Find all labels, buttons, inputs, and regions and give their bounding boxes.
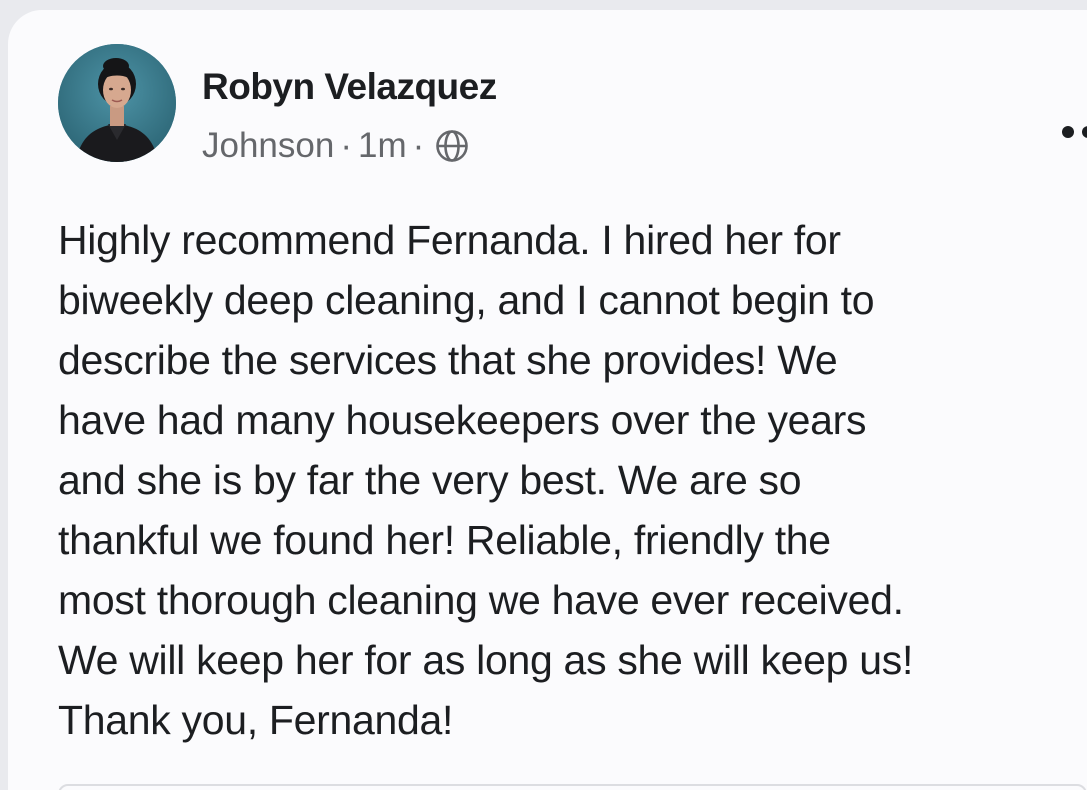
post-body-line: We will keep her for as long as she will… [58,637,914,683]
meta-separator: · [412,126,425,165]
avatar[interactable] [58,44,176,162]
post-body-line: and she is by far the very best. We are … [58,457,802,503]
globe-icon [434,128,470,164]
post-meta: Johnson · 1m · [202,124,470,168]
group-name[interactable]: Johnson [202,126,334,166]
meta-separator: · [340,126,352,165]
more-dot [1062,126,1074,138]
author-name[interactable]: Robyn Velazquez [202,66,497,108]
post-header: Robyn Velazquez Johnson · 1m · [58,44,1087,174]
post-body: Highly recommend Fernanda. I hired her f… [58,210,1078,750]
post-body-line: Highly recommend Fernanda. I hired her f… [58,217,841,263]
post-body-line: describe the services that she provides!… [58,337,838,383]
next-section-edge [58,784,1087,790]
post-body-line: biweekly deep cleaning, and I cannot beg… [58,277,875,323]
post-body-line: most thorough cleaning we have ever rece… [58,577,904,623]
more-options-icon[interactable] [1062,122,1087,142]
post-time[interactable]: 1m [358,126,407,166]
post-body-line: thankful we found her! Reliable, friendl… [58,517,831,563]
avatar-image [58,44,176,162]
post-body-line: Thank you, Fernanda! [58,697,454,743]
post-body-line: have had many housekeepers over the year… [58,397,867,443]
more-dot [1082,126,1087,138]
post-card: Robyn Velazquez Johnson · 1m · Highly re… [8,10,1087,790]
